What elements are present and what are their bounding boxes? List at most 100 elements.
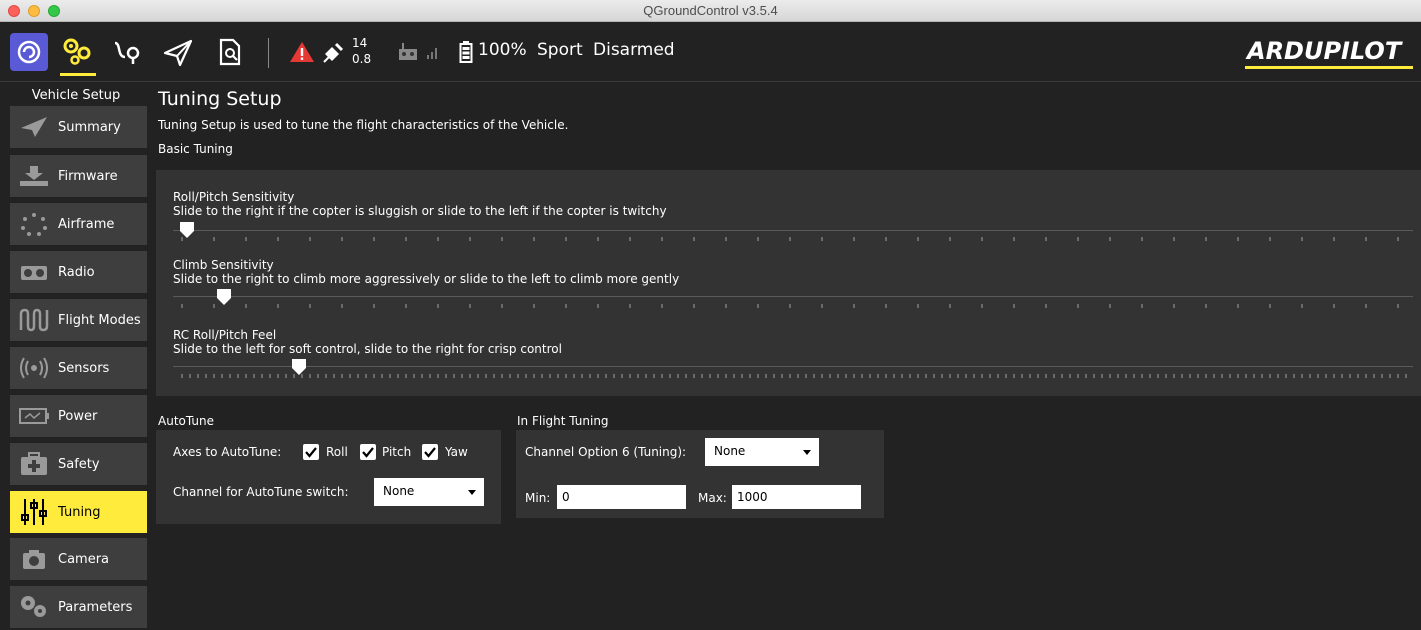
sidebar-item-label: Camera xyxy=(58,551,110,567)
tuning-setup-page: Tuning Setup Tuning Setup is used to tun… xyxy=(152,82,1421,630)
sidebar-item-safety[interactable]: Safety xyxy=(10,443,147,485)
analyze-view-button[interactable] xyxy=(212,28,248,76)
pitch-checkbox[interactable] xyxy=(360,444,376,460)
yaw-checkbox-label: Yaw xyxy=(445,445,468,459)
sidebar-item-label: Radio xyxy=(58,264,95,280)
slider-description: Slide to the right to climb more aggress… xyxy=(173,272,680,286)
autotune-panel: Axes to AutoTune: Roll Pitch Yaw Channel… xyxy=(156,430,501,524)
pitch-checkbox-label: Pitch xyxy=(382,445,412,459)
basic-tuning-panel: Roll/Pitch Sensitivity Slide to the righ… xyxy=(156,170,1421,396)
vehicle-setup-button[interactable] xyxy=(60,28,96,76)
sidebar-item-flight-modes[interactable]: Flight Modes xyxy=(10,299,147,341)
paper-plane-icon xyxy=(163,39,193,67)
power-icon xyxy=(14,401,54,431)
axes-to-autotune-label: Axes to AutoTune: xyxy=(173,445,282,459)
toolbar-separator xyxy=(268,38,269,68)
waveform-icon xyxy=(14,305,54,335)
roll-pitch-sensitivity-slider-group: Roll/Pitch Sensitivity Slide to the righ… xyxy=(173,190,1413,241)
airframe-icon xyxy=(14,209,54,239)
qgc-logo-button[interactable] xyxy=(10,33,48,71)
climb-sensitivity-handle[interactable] xyxy=(216,288,232,306)
max-label: Max: xyxy=(698,491,727,505)
sidebar-item-label: Summary xyxy=(58,119,121,135)
document-search-icon xyxy=(219,38,241,66)
radio-icon xyxy=(14,257,54,287)
slider-track[interactable] xyxy=(173,296,1413,297)
first-aid-icon xyxy=(14,449,54,479)
sidebar-item-label: Airframe xyxy=(58,216,115,232)
slider-title: Climb Sensitivity xyxy=(173,258,274,272)
basic-tuning-label: Basic Tuning xyxy=(158,142,233,156)
sidebar-item-label: Tuning xyxy=(58,504,101,520)
yaw-checkbox[interactable] xyxy=(422,444,438,460)
sidebar-item-camera[interactable]: Camera xyxy=(10,538,147,580)
sidebar-item-label: Parameters xyxy=(58,599,133,615)
sidebar-item-label: Flight Modes xyxy=(58,312,141,328)
battery-percent: 100% xyxy=(478,40,527,60)
sidebar-item-firmware[interactable]: Firmware xyxy=(10,155,147,197)
checkmark-icon xyxy=(305,447,317,458)
window-titlebar: QGroundControl v3.5.4 xyxy=(0,0,1421,22)
sidebar-item-parameters[interactable]: Parameters xyxy=(10,586,147,628)
tuning-channel-value: None xyxy=(714,444,746,458)
slider-track[interactable] xyxy=(173,230,1413,231)
arm-status[interactable]: Disarmed xyxy=(593,40,675,60)
sidebar-item-tuning[interactable]: Tuning xyxy=(10,491,147,533)
signal-bars-icon xyxy=(427,48,437,59)
autotune-label: AutoTune xyxy=(158,414,214,428)
qgc-logo-icon xyxy=(17,40,41,64)
warning-icon xyxy=(290,42,314,62)
sensors-icon xyxy=(14,353,54,383)
slider-ticks xyxy=(181,237,1413,241)
waypoint-route-icon xyxy=(114,41,140,64)
download-icon xyxy=(14,161,54,191)
autotune-channel-select[interactable]: None xyxy=(374,478,484,506)
gps-indicator[interactable]: 14 0.8 xyxy=(322,28,382,76)
rc-rssi-indicator[interactable] xyxy=(394,28,422,76)
messages-indicator[interactable] xyxy=(288,28,316,76)
slider-description: Slide to the right if the copter is slug… xyxy=(173,204,667,218)
sidebar-item-summary[interactable]: Summary xyxy=(10,106,147,148)
checkmark-icon xyxy=(362,447,374,458)
fly-view-button[interactable] xyxy=(160,28,196,76)
autotune-channel-label: Channel for AutoTune switch: xyxy=(173,485,349,499)
in-flight-tuning-panel: Channel Option 6 (Tuning): None Min: 0 M… xyxy=(516,430,884,518)
roll-checkbox-label: Roll xyxy=(326,445,348,459)
sidebar-item-power[interactable]: Power xyxy=(10,395,147,437)
sidebar-item-label: Safety xyxy=(58,456,100,472)
slider-track[interactable] xyxy=(173,366,1413,367)
roll-checkbox[interactable] xyxy=(303,444,319,460)
tuning-channel-select[interactable]: None xyxy=(705,438,819,466)
climb-sensitivity-slider-group: Climb Sensitivity Slide to the right to … xyxy=(173,258,1413,308)
slider-title: Roll/Pitch Sensitivity xyxy=(173,190,295,204)
max-value-input[interactable]: 1000 xyxy=(732,485,861,509)
battery-icon xyxy=(459,41,473,63)
camera-icon xyxy=(14,544,54,574)
setup-sidebar: Vehicle Setup Summary Firmware Airframe … xyxy=(0,82,152,630)
slider-ticks xyxy=(181,374,1413,378)
chevron-down-icon xyxy=(468,490,476,495)
flight-mode-selector[interactable]: Sport xyxy=(537,40,583,60)
page-description: Tuning Setup is used to tune the flight … xyxy=(158,118,569,132)
roll-pitch-sensitivity-handle[interactable] xyxy=(179,221,195,239)
min-value-input[interactable]: 0 xyxy=(557,485,686,509)
signal-strength-icon xyxy=(424,28,442,76)
slider-ticks xyxy=(181,304,1413,308)
window-title: QGroundControl v3.5.4 xyxy=(643,3,778,18)
battery-indicator[interactable] xyxy=(456,28,476,76)
slider-title: RC Roll/Pitch Feel xyxy=(173,328,277,342)
sidebar-item-airframe[interactable]: Airframe xyxy=(10,203,147,245)
gears-icon xyxy=(63,38,91,65)
in-flight-tuning-label: In Flight Tuning xyxy=(517,414,609,428)
sidebar-item-radio[interactable]: Radio xyxy=(10,251,147,293)
gps-satellite-count: 14 xyxy=(352,36,368,50)
min-label: Min: xyxy=(525,491,551,505)
page-title: Tuning Setup xyxy=(158,88,282,110)
sliders-icon xyxy=(14,497,54,527)
sidebar-item-label: Power xyxy=(58,408,98,424)
rc-roll-pitch-feel-handle[interactable] xyxy=(291,358,307,376)
rc-transmitter-icon xyxy=(399,43,417,60)
sidebar-item-sensors[interactable]: Sensors xyxy=(10,347,147,389)
plan-view-button[interactable] xyxy=(110,28,146,76)
paper-plane-icon xyxy=(14,112,54,142)
